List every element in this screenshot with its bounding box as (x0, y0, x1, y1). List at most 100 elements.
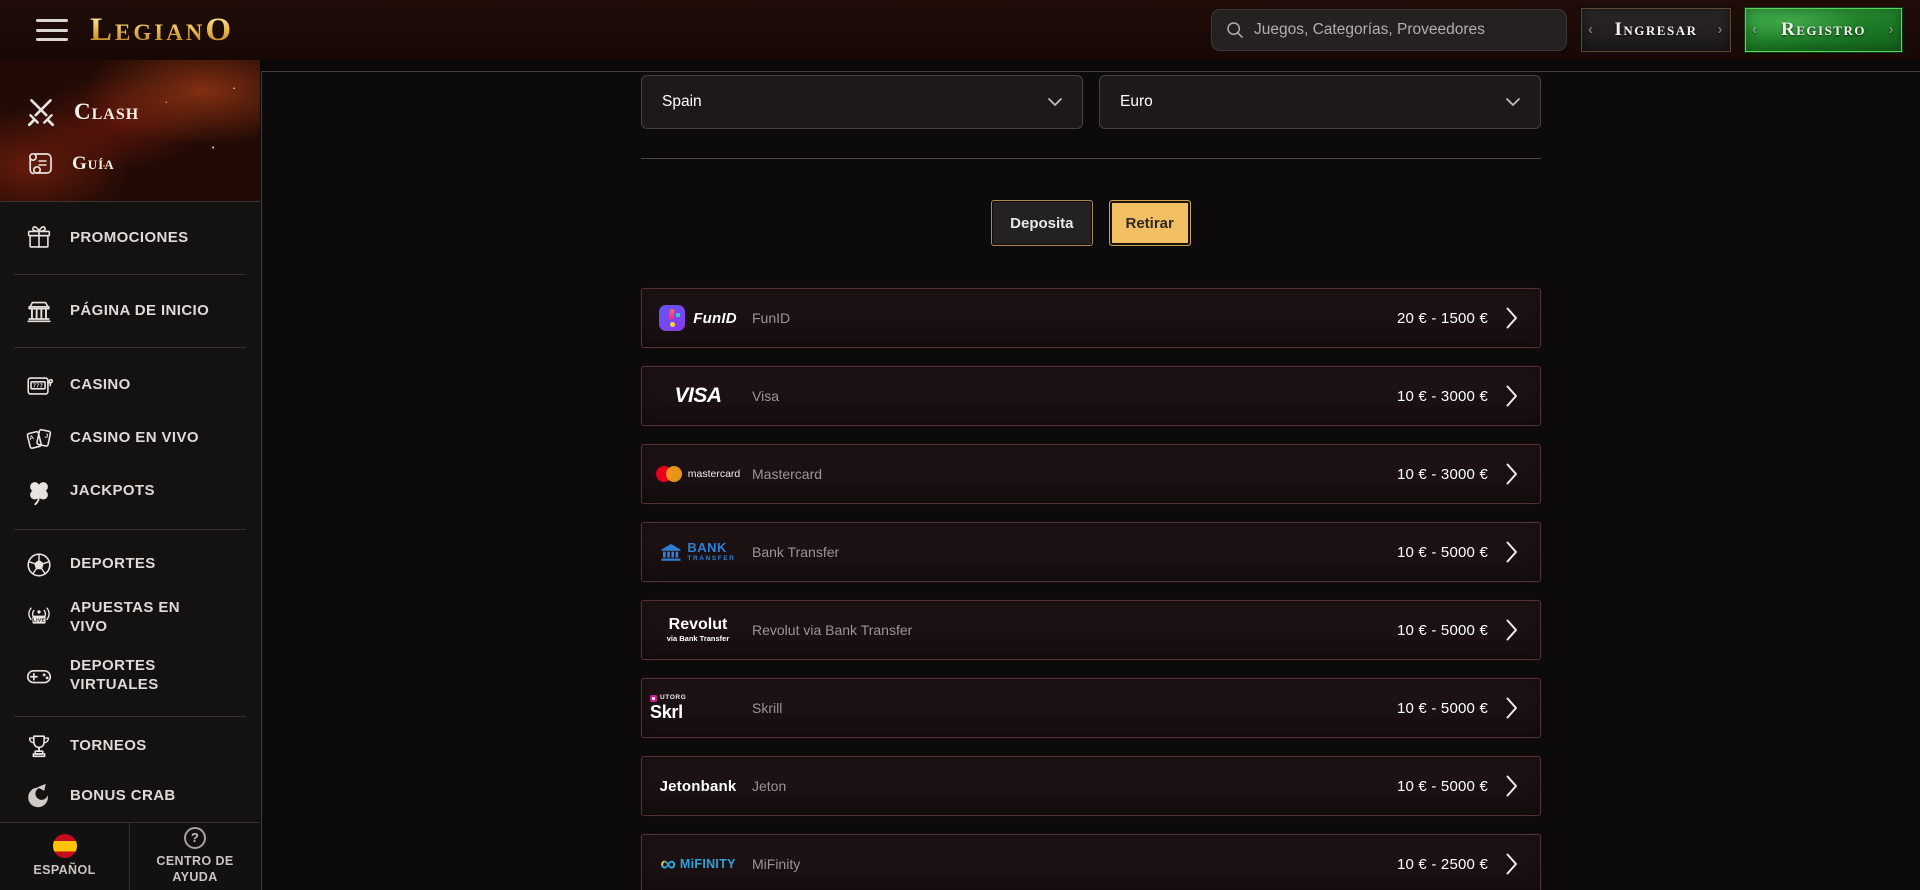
currency-select[interactable]: Euro (1099, 75, 1541, 129)
slot-machine-icon: 777 (24, 371, 54, 401)
jetonbank-logo: Jetonbank (642, 778, 746, 795)
menu-icon[interactable] (36, 19, 68, 41)
payment-label: FunID (752, 310, 790, 326)
revolut-logo: Revolut via Bank Transfer (642, 617, 746, 643)
sidebar-item-label: BONUS CRAB (70, 787, 176, 806)
chevron-right-icon (1506, 385, 1518, 407)
sidebar-item-guia[interactable]: Guía (0, 138, 260, 190)
sidebar-item-apuestas-en-vivo[interactable]: LIVE APUESTAS EN VIVO (0, 591, 260, 644)
sidebar-item-label: DEPORTES VIRTUALES (70, 657, 220, 695)
sidebar-item-casino[interactable]: 777 CASINO (0, 359, 260, 412)
sidebar-item-label: CASINO EN VIVO (70, 429, 199, 448)
bank-icon (660, 543, 682, 562)
chevron-right-icon (1506, 619, 1518, 641)
main-content-panel: Spain Euro Deposita Retirar (261, 71, 1920, 890)
sidebar-item-deportes-virtuales[interactable]: DEPORTES VIRTUALES (0, 644, 260, 708)
sidebar-item-label: CASINO (70, 376, 131, 395)
section-divider (641, 158, 1541, 159)
deposit-withdraw-toggle: Deposita Retirar (641, 200, 1541, 246)
sidebar-item-torneos[interactable]: TORNEOS (0, 721, 260, 771)
svg-text:777: 777 (33, 383, 43, 389)
spain-flag-icon (53, 834, 77, 858)
funid-logo-icon (659, 305, 685, 331)
search-input[interactable] (1254, 21, 1552, 39)
sidebar-item-label: JACKPOTS (70, 482, 155, 501)
sidebar-item-bonus-crab[interactable]: BONUS CRAB (0, 771, 260, 821)
language-label: ESPAÑOL (33, 863, 95, 879)
sidebar-item-casino-en-vivo[interactable]: A J CASINO EN VIVO (0, 412, 260, 465)
gift-icon (24, 223, 54, 253)
chevron-right-icon (1506, 541, 1518, 563)
sidebar-item-label: Clash (74, 99, 139, 125)
payment-label: Visa (752, 388, 779, 404)
country-select[interactable]: Spain (641, 75, 1083, 129)
payment-label: Skrill (752, 700, 782, 716)
payment-range: 10 € - 5000 € (1397, 544, 1488, 561)
sidebar-item-label: Guía (72, 153, 115, 175)
brand-logo[interactable]: LegianO (90, 12, 234, 49)
payment-row-mifinity[interactable]: ∞ MiFINITY MiFinity 10 € - 2500 € (641, 834, 1541, 890)
register-button[interactable]: Registro (1745, 8, 1902, 52)
sidebar-item-label: PÁGINA DE INICIO (70, 302, 209, 321)
deposit-tab[interactable]: Deposita (991, 200, 1092, 246)
sidebar-item-label: APUESTAS EN VIVO (70, 599, 220, 637)
payment-row-bank-transfer[interactable]: BANK TRANSFER Bank Transfer 10 € - 5000 … (641, 522, 1541, 582)
infinity-icon: ∞ (660, 853, 676, 875)
payment-label: Revolut via Bank Transfer (752, 622, 912, 638)
payment-range: 10 € - 3000 € (1397, 388, 1488, 405)
svg-text:A: A (29, 433, 36, 441)
chevron-right-icon (1506, 775, 1518, 797)
chevron-right-icon (1506, 853, 1518, 875)
help-label: CENTRO DE AYUDA (144, 854, 246, 885)
sidebar-item-label: PROMOCIONES (70, 229, 189, 248)
sidebar-item-clash[interactable]: Clash (0, 86, 260, 138)
login-button[interactable]: Ingresar (1581, 8, 1731, 52)
payment-row-jeton[interactable]: Jetonbank Jeton 10 € - 5000 € (641, 756, 1541, 816)
top-bar: LegianO Ingresar Registro (0, 0, 1920, 60)
payment-label: Bank Transfer (752, 544, 839, 560)
sidebar-footer: ESPAÑOL ? CENTRO DE AYUDA (0, 822, 260, 890)
help-icon: ? (184, 827, 206, 849)
country-select-value: Spain (662, 93, 702, 111)
game-controller-icon (24, 661, 54, 691)
monument-icon (24, 296, 54, 326)
mastercard-circles-icon (656, 466, 682, 482)
clover-icon (24, 477, 54, 507)
sidebar-item-label: TORNEOS (70, 737, 147, 756)
payment-range: 10 € - 5000 € (1397, 622, 1488, 639)
mastercard-logo: mastercard (642, 466, 746, 482)
payment-range: 10 € - 2500 € (1397, 856, 1488, 873)
filters-row: Spain Euro (641, 75, 1541, 129)
mifinity-logo: ∞ MiFINITY (642, 853, 746, 875)
chevron-down-icon (1048, 98, 1062, 106)
withdraw-tab[interactable]: Retirar (1109, 200, 1191, 246)
app: { "header": { "logo_text": "LegianO", "s… (0, 0, 1920, 890)
scroll-icon (24, 148, 56, 180)
utorg-icon (650, 695, 657, 702)
language-selector[interactable]: ESPAÑOL (0, 823, 130, 890)
payment-row-funid[interactable]: FunID FunID 20 € - 1500 € (641, 288, 1541, 348)
visa-logo: VISA (642, 384, 746, 408)
soccer-ball-icon (24, 550, 54, 580)
payment-label: Mastercard (752, 466, 822, 482)
payment-range: 10 € - 3000 € (1397, 466, 1488, 483)
trophy-icon (24, 731, 54, 761)
sidebar-item-jackpots[interactable]: JACKPOTS (0, 465, 260, 518)
sidebar-item-deportes[interactable]: DEPORTES (0, 538, 260, 591)
payment-row-mastercard[interactable]: mastercard Mastercard 10 € - 3000 € (641, 444, 1541, 504)
payment-row-skrill[interactable]: UTORG Skrl Skrill 10 € - 5000 € (641, 678, 1541, 738)
payment-row-revolut[interactable]: Revolut via Bank Transfer Revolut via Ba… (641, 600, 1541, 660)
sidebar-item-label: DEPORTES (70, 555, 156, 574)
sidebar-featured-banner: Clash Guía (0, 60, 260, 202)
payment-range: 10 € - 5000 € (1397, 700, 1488, 717)
sidebar-item-pagina-de-inicio[interactable]: PÁGINA DE INICIO (0, 275, 260, 347)
payment-range: 10 € - 5000 € (1397, 778, 1488, 795)
funid-logo: FunID (642, 305, 746, 331)
currency-select-value: Euro (1120, 93, 1153, 111)
payment-range: 20 € - 1500 € (1397, 310, 1488, 327)
svg-text:J: J (44, 432, 49, 440)
search-bar[interactable] (1211, 9, 1567, 51)
payment-row-visa[interactable]: VISA Visa 10 € - 3000 € (641, 366, 1541, 426)
sidebar-item-promociones[interactable]: PROMOCIONES (0, 202, 260, 274)
help-center-button[interactable]: ? CENTRO DE AYUDA (130, 823, 260, 890)
